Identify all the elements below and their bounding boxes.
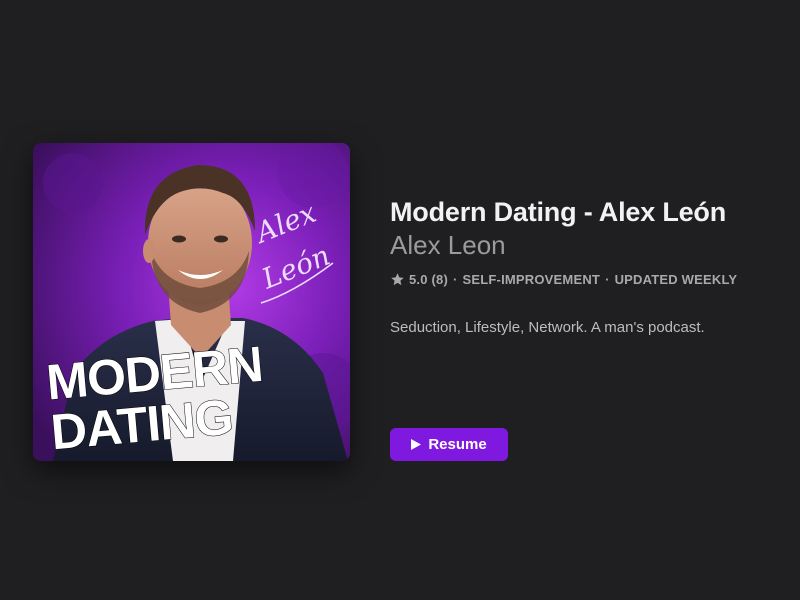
podcast-artwork[interactable]: Alex León MODERN DATING — [33, 143, 350, 461]
resume-button[interactable]: Resume — [390, 428, 508, 461]
podcast-description: Seduction, Lifestyle, Network. A man's p… — [390, 319, 705, 336]
meta-separator: · — [605, 272, 610, 287]
play-icon — [411, 439, 422, 450]
meta-separator: · — [452, 272, 458, 287]
podcast-page: Alex León MODERN DATING Modern Dating - … — [0, 0, 800, 600]
artwork-image: Alex León MODERN DATING — [33, 143, 350, 461]
rating-count: (8) — [431, 272, 448, 287]
star-icon — [391, 273, 404, 286]
update-frequency: UPDATED WEEKLY — [614, 272, 738, 287]
resume-button-label: Resume — [428, 436, 487, 453]
podcast-author[interactable]: Alex Leon — [390, 230, 790, 260]
podcast-title: Modern Dating - Alex León — [390, 197, 727, 227]
rating-value: 5.0 — [409, 272, 428, 287]
podcast-category[interactable]: SELF-IMPROVEMENT — [463, 272, 601, 287]
podcast-info: Modern Dating - Alex León Alex Leon 5.0 … — [390, 192, 790, 336]
podcast-meta: 5.0 (8) · SELF-IMPROVEMENT · UPDATED WEE… — [390, 272, 790, 287]
